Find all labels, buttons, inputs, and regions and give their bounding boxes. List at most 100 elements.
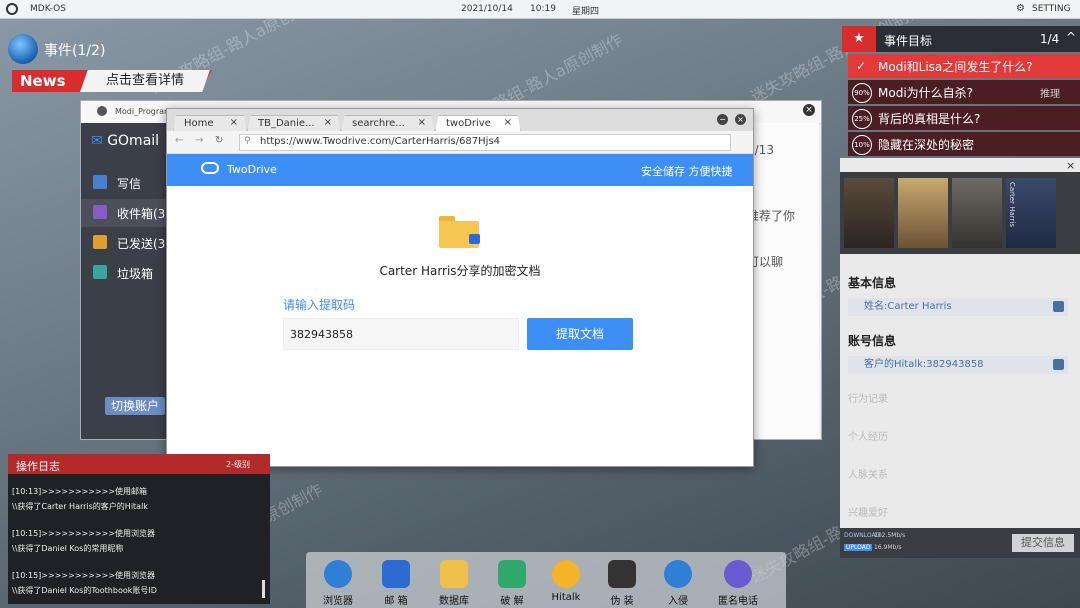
close-icon[interactable]: ×: [803, 104, 815, 116]
info-row-account[interactable]: 客户的Hitalk:382943858: [848, 356, 1068, 374]
objective-item[interactable]: 90% Modi为什么自杀? 推理: [848, 80, 1080, 104]
phone-icon: [724, 560, 752, 588]
mail-item-label: 写信: [117, 177, 142, 191]
gear-icon[interactable]: ⚙: [1016, 3, 1025, 14]
document-title: Carter Harris分享的加密文档: [379, 264, 541, 278]
close-icon[interactable]: ×: [504, 117, 512, 128]
info-text: 客户的Hitalk:382943858: [864, 359, 984, 370]
log-line: \\获得了Daniel Kos的常用昵称: [12, 544, 124, 553]
compose-icon: [93, 175, 107, 189]
minimize-icon[interactable]: −: [717, 114, 728, 125]
forward-icon[interactable]: →: [195, 135, 203, 146]
progress-badge: 10%: [852, 135, 872, 155]
close-icon[interactable]: ×: [418, 117, 426, 128]
dock-crack[interactable]: 破 解: [486, 556, 538, 607]
back-icon[interactable]: ←: [175, 135, 183, 146]
dock-label: 伪 装: [610, 596, 634, 607]
mail-compose[interactable]: 写信: [81, 169, 173, 197]
download-speed: 102.5Mb/s: [874, 532, 906, 539]
reload-icon[interactable]: ↻: [215, 135, 223, 146]
url-input[interactable]: ⚲ https://www.Twodrive.com/CarterHarris/…: [239, 134, 731, 151]
photo-caption: Carter Harris: [1008, 182, 1016, 227]
cloud-icon: [201, 162, 219, 174]
info-detail-icon[interactable]: [1053, 359, 1064, 370]
tab-tb-daniel[interactable]: TB_Danie... ×: [247, 115, 341, 132]
progress-badge: 25%: [852, 109, 872, 129]
tab-search[interactable]: searchre... ×: [341, 115, 435, 132]
date-text: 2021/10/14: [461, 4, 513, 14]
objective-item[interactable]: 25% 背后的真相是什么?: [848, 106, 1080, 130]
close-icon[interactable]: ×: [1066, 159, 1075, 172]
mail-sidebar: ✉ GOmail 写信 收件箱(3) 已发送(3) 垃圾箱 切换账户: [81, 123, 173, 439]
close-icon[interactable]: ×: [735, 114, 746, 125]
info-row-name[interactable]: 姓名:Carter Harris: [848, 298, 1068, 316]
time-text: 10:19: [530, 4, 556, 14]
news-detail-link[interactable]: 点击查看详情: [80, 70, 210, 92]
extraction-code-input[interactable]: 382943858: [283, 318, 519, 350]
info-text: 姓名:Carter Harris: [864, 301, 952, 312]
objective-item[interactable]: ✓ Modi和Lisa之间发生了什么?: [848, 54, 1080, 78]
url-text: https://www.Twodrive.com/CarterHarris/68…: [260, 136, 501, 147]
weekday-text: 星期四: [572, 7, 600, 17]
setting-button[interactable]: SETTING: [1032, 4, 1071, 14]
mail-brand: ✉ GOmail: [91, 133, 159, 149]
site-slogan: 安全储存 方便快捷: [641, 165, 733, 178]
dock-hook[interactable]: 入侵: [652, 556, 704, 607]
progress-badge: 90%: [852, 83, 872, 103]
profile-panel: × Carter Harris 基本信息 姓名:Carter Harris 账号…: [840, 158, 1080, 558]
chevron-up-icon[interactable]: ^: [1066, 30, 1076, 44]
dock-phone[interactable]: 匿名电话: [712, 556, 764, 607]
objectives-title: 事件目标: [884, 34, 933, 48]
tab-label: Home: [184, 118, 214, 129]
tab-strip: Home × TB_Danie... × searchre... × twoDrive…: [167, 109, 753, 132]
portrait-photo[interactable]: [898, 178, 948, 248]
log-line: \\获得了Daniel Kos的Toothbook账号ID: [12, 586, 157, 595]
event-title: 事件(1/2): [44, 43, 106, 59]
switch-account-button[interactable]: 切换账户: [105, 397, 165, 415]
star-icon: ★: [842, 26, 876, 52]
tab-twodrive[interactable]: twoDrive ×: [435, 115, 521, 132]
objective-item[interactable]: 10% 隐藏在深处的秘密: [848, 132, 1080, 156]
mail-sent[interactable]: 已发送(3): [81, 229, 173, 257]
dock-disguise[interactable]: 伪 装: [596, 556, 648, 607]
dock-label: 数据库: [439, 596, 469, 607]
news-label: News: [20, 72, 66, 90]
mail-icon: [382, 560, 410, 588]
objective-text: 背后的真相是什么?: [878, 112, 981, 126]
objective-text: 隐藏在深处的秘密: [878, 138, 975, 152]
log-scrollbar[interactable]: [262, 580, 265, 598]
user-icon: [97, 106, 107, 116]
info-detail-icon[interactable]: [1053, 301, 1064, 312]
dock-browser[interactable]: 浏览器: [312, 556, 364, 607]
dock-label: 匿名电话: [718, 596, 758, 607]
mail-logo-icon: ✉: [91, 133, 103, 149]
submit-info-button[interactable]: 提交信息: [1012, 534, 1074, 552]
tab-home[interactable]: Home ×: [173, 115, 247, 132]
dock-database[interactable]: 数据库: [428, 556, 480, 607]
network-status: DOWNLOAD 102.5Mb/s UPLOAD 16.9Mb/s 提交信息: [840, 528, 1080, 558]
mail-window-title: Modi_Program: [115, 107, 172, 116]
portrait-photo-selected[interactable]: Carter Harris: [1006, 178, 1056, 248]
search-icon: ⚲: [244, 136, 251, 146]
suspect-photos: Carter Harris: [840, 172, 1080, 254]
portrait-photo[interactable]: [952, 178, 1002, 248]
dock-hitalk[interactable]: Hitalk: [540, 556, 592, 606]
close-icon[interactable]: ×: [230, 117, 238, 128]
encrypted-folder-icon: [439, 216, 480, 250]
tab-label: twoDrive: [446, 118, 491, 129]
objective-text: Modi为什么自杀?: [878, 86, 974, 100]
twodrive-content: Carter Harris分享的加密文档 请输入提取码 382943858 提取…: [167, 186, 753, 466]
portrait-photo[interactable]: [844, 178, 894, 248]
app-dock: 浏览器 邮 箱 数据库 破 解 Hitalk 伪 装 入侵 匿名电话: [306, 552, 786, 608]
mail-trash[interactable]: 垃圾箱: [81, 259, 173, 287]
system-top-bar: MDK-OS 2021/10/14 10:19 星期四 ⚙ SETTING: [0, 0, 1080, 19]
log-header: 操作日志 2-级别: [8, 454, 270, 474]
reasoning-hint[interactable]: 推理: [1040, 85, 1060, 100]
dock-label: 浏览器: [323, 596, 353, 607]
code-prompt: 请输入提取码: [283, 298, 356, 312]
dock-mail[interactable]: 邮 箱: [370, 556, 422, 607]
mail-inbox[interactable]: 收件箱(3): [81, 199, 173, 227]
extract-document-button[interactable]: 提取文档: [527, 318, 633, 350]
close-icon[interactable]: ×: [324, 117, 332, 128]
os-logo-icon: [6, 3, 18, 15]
